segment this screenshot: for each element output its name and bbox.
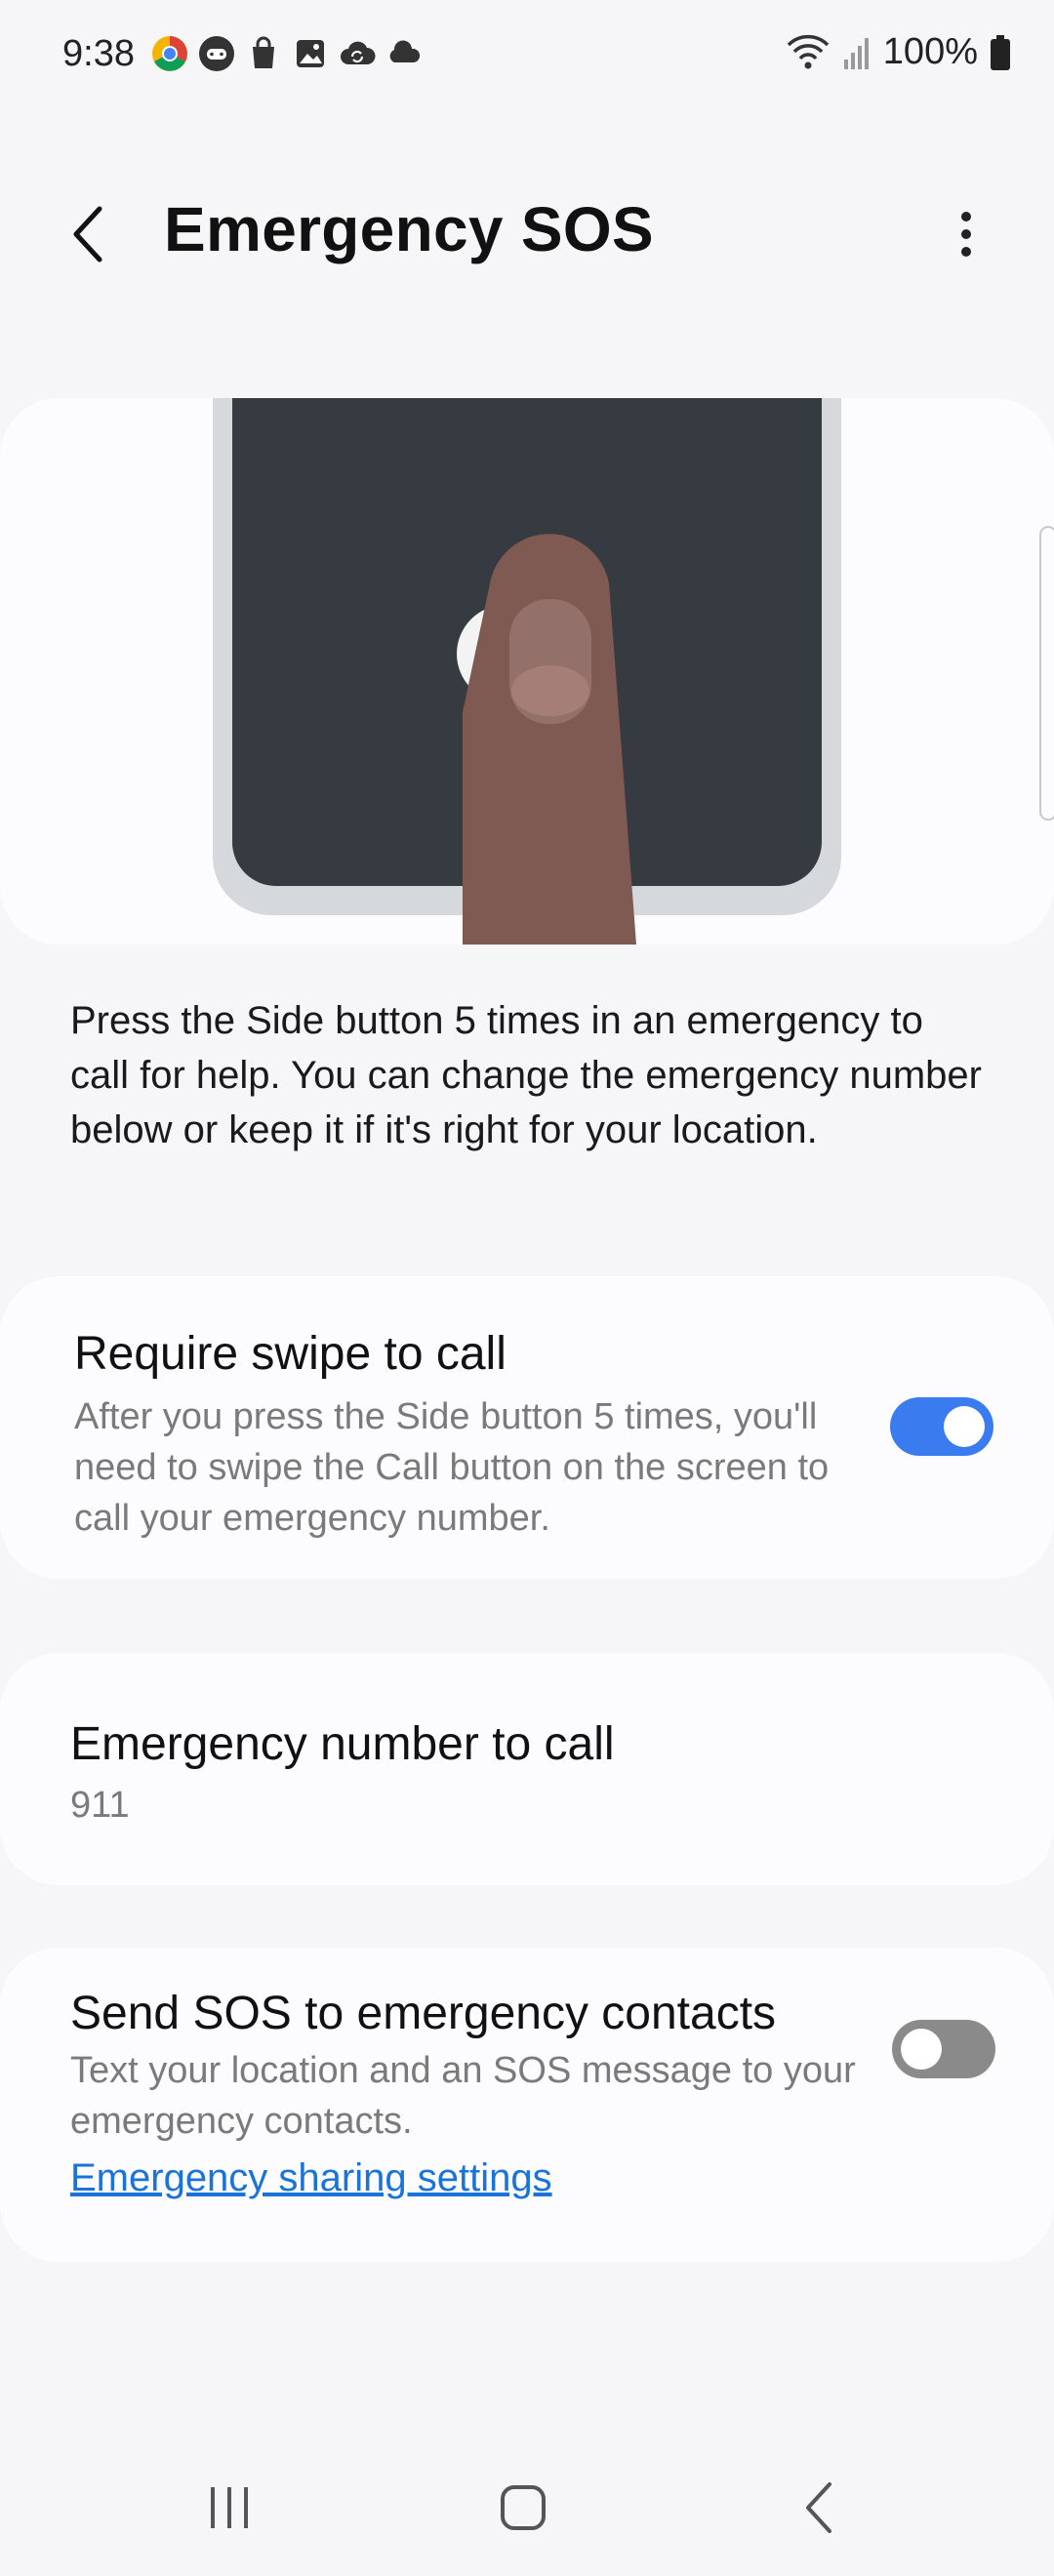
emergency-number-card[interactable]: Emergency number to call 911 xyxy=(0,1653,1054,1885)
status-icons-right: 100% xyxy=(786,31,1011,73)
battery-percent: 100% xyxy=(882,31,978,72)
status-bar: 9:38 100% xyxy=(0,0,1054,112)
send-sos-toggle[interactable] xyxy=(892,2020,995,2078)
chrome-like-icon xyxy=(152,36,187,71)
nav-back-button[interactable] xyxy=(781,2469,859,2547)
battery-icon xyxy=(991,34,1010,70)
nav-back-icon xyxy=(806,2482,831,2533)
description-text: Press the Side button 5 times in an emer… xyxy=(70,999,982,1151)
require-swipe-card[interactable]: Require swipe to call After you press th… xyxy=(0,1276,1054,1579)
gallery-icon xyxy=(297,40,324,67)
cloud-icon xyxy=(389,40,421,62)
wifi-icon xyxy=(787,34,830,68)
page-title: Emergency SOS xyxy=(164,194,654,264)
status-icons-left xyxy=(151,35,423,72)
send-sos-card[interactable]: Send SOS to emergency contacts Text your… xyxy=(0,1948,1054,2262)
emergency-number-value: 911 xyxy=(70,1785,130,1826)
more-vertical-icon xyxy=(961,212,971,257)
require-swipe-toggle[interactable] xyxy=(890,1397,993,1456)
side-button-press-illustration xyxy=(213,398,1054,945)
game-controller-icon xyxy=(199,36,234,71)
toggle-knob xyxy=(944,1406,985,1447)
send-sos-subtitle: Text your location and an SOS message to… xyxy=(70,2050,856,2142)
send-sos-title: Send SOS to emergency contacts xyxy=(70,1988,777,2039)
signal-icon xyxy=(843,37,869,69)
chevron-left-icon xyxy=(73,206,102,262)
require-swipe-subtitle: After you press the Side button 5 times,… xyxy=(74,1396,830,1539)
home-button[interactable] xyxy=(484,2469,562,2547)
shopping-bag-icon xyxy=(253,36,274,68)
status-time: 9:38 xyxy=(62,33,135,74)
recent-apps-button[interactable] xyxy=(190,2469,268,2547)
more-options-button[interactable] xyxy=(937,195,995,273)
require-swipe-title: Require swipe to call xyxy=(74,1328,507,1380)
navigation-bar xyxy=(0,2439,1054,2576)
sync-cloud-icon xyxy=(341,41,376,64)
back-button[interactable] xyxy=(59,195,117,273)
emergency-number-title: Emergency number to call xyxy=(70,1718,615,1770)
illustration-card xyxy=(0,398,1054,945)
home-icon xyxy=(501,2485,546,2530)
recent-apps-icon xyxy=(211,2487,248,2528)
emergency-sharing-settings-link[interactable]: Emergency sharing settings xyxy=(70,2156,552,2200)
toggle-knob xyxy=(901,2029,942,2070)
